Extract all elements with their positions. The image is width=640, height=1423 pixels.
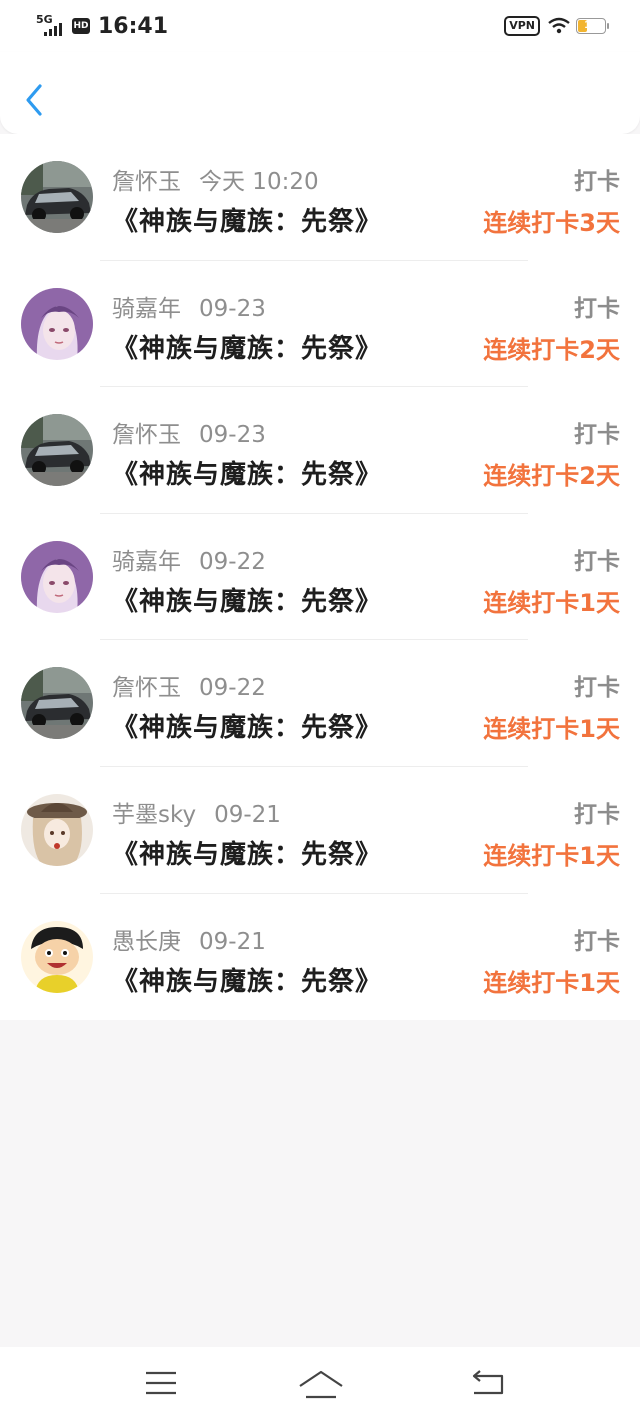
checkin-label: 打卡: [574, 295, 620, 322]
checkin-label: 打卡: [574, 928, 620, 955]
avatar[interactable]: [21, 414, 93, 487]
list-item[interactable]: 骑嘉年 09-22 《神族与魔族：先祭》 打卡 连续打卡1天: [0, 514, 640, 641]
signal-icon: 5G: [36, 14, 66, 38]
nav-bar: [0, 52, 640, 134]
book-title: 《神族与魔族：先祭》: [112, 586, 383, 617]
vpn-badge: VPN: [504, 16, 540, 36]
user-name: 愚长庚 09-21: [112, 922, 266, 956]
hd-icon: HD: [72, 18, 90, 34]
user-name: 骑嘉年 09-23: [112, 289, 266, 323]
list-item[interactable]: 骑嘉年 09-23 《神族与魔族：先祭》 打卡 连续打卡2天: [0, 261, 640, 388]
user-name-text: 詹怀玉: [112, 422, 181, 449]
post-date: 09-21: [214, 801, 281, 828]
list-item[interactable]: 芋墨sky 09-21 《神族与魔族：先祭》 打卡 连续打卡1天: [0, 767, 640, 894]
checkin-label: 打卡: [574, 801, 620, 828]
post-date: 今天 10:20: [199, 169, 319, 195]
book-title: 《神族与魔族：先祭》: [112, 966, 383, 997]
menu-icon[interactable]: [144, 1369, 178, 1397]
checkin-label: 打卡: [574, 548, 620, 575]
avatar[interactable]: [21, 161, 93, 233]
chevron-left-icon[interactable]: [20, 82, 50, 118]
post-date: 09-21: [199, 928, 266, 955]
battery-icon: 15: [576, 18, 609, 34]
streak-label: 连续打卡1天: [483, 588, 620, 617]
book-title: 《神族与魔族：先祭》: [112, 333, 383, 364]
user-name-text: 詹怀玉: [112, 675, 181, 702]
list-item[interactable]: 詹怀玉 09-23 《神族与魔族：先祭》 打卡 连续打卡2天: [0, 387, 640, 514]
user-name-text: 芋墨sky: [112, 801, 197, 828]
list-item[interactable]: 愚长庚 09-21 《神族与魔族：先祭》 打卡 连续打卡1天: [0, 894, 640, 1021]
post-date: 09-22: [199, 548, 266, 575]
return-icon[interactable]: [470, 1369, 506, 1397]
checkin-list: 詹怀玉 今天 10:20 《神族与魔族：先祭》 打卡 连续打卡3天 骑嘉年 09-2…: [0, 134, 640, 1021]
battery-level: 15: [584, 20, 598, 31]
user-name: 詹怀玉 09-22: [112, 668, 266, 702]
post-date: 09-23: [199, 295, 266, 322]
avatar[interactable]: [21, 793, 93, 866]
list-item[interactable]: 詹怀玉 今天 10:20 《神族与魔族：先祭》 打卡 连续打卡3天: [0, 134, 640, 261]
post-date: 09-23: [199, 422, 266, 449]
clock: 16:41: [98, 13, 169, 39]
home-icon[interactable]: [298, 1369, 344, 1401]
user-name: 芋墨sky 09-21: [112, 795, 281, 829]
system-navigation-bar: [0, 1347, 640, 1423]
book-title: 《神族与魔族：先祭》: [112, 207, 383, 237]
streak-label: 连续打卡2天: [483, 462, 620, 491]
status-bar: 5G HD 16:41 VPN 15: [0, 0, 640, 52]
streak-label: 连续打卡1天: [483, 841, 620, 870]
avatar[interactable]: [21, 540, 93, 613]
book-title: 《神族与魔族：先祭》: [112, 460, 383, 491]
streak-label: 连续打卡1天: [483, 715, 620, 744]
avatar[interactable]: [21, 667, 93, 740]
user-name-text: 詹怀玉: [112, 169, 181, 195]
user-name: 詹怀玉 09-23: [112, 415, 266, 449]
list-item[interactable]: 詹怀玉 09-22 《神族与魔族：先祭》 打卡 连续打卡1天: [0, 640, 640, 767]
book-title: 《神族与魔族：先祭》: [112, 839, 383, 870]
checkin-label: 打卡: [574, 422, 620, 449]
user-name-text: 骑嘉年: [112, 295, 181, 322]
avatar[interactable]: [21, 920, 93, 993]
streak-label: 连续打卡1天: [483, 968, 620, 997]
post-date: 09-22: [199, 675, 266, 702]
streak-label: 连续打卡2天: [483, 335, 620, 364]
user-name: 骑嘉年 09-22: [112, 542, 266, 576]
user-name-text: 愚长庚: [112, 928, 181, 955]
wifi-icon: [548, 17, 570, 34]
book-title: 《神族与魔族：先祭》: [112, 713, 383, 744]
checkin-label: 打卡: [574, 675, 620, 702]
user-name: 詹怀玉 今天 10:20: [112, 162, 319, 196]
streak-label: 连续打卡3天: [483, 209, 620, 237]
avatar[interactable]: [21, 287, 93, 360]
user-name-text: 骑嘉年: [112, 548, 181, 575]
checkin-label: 打卡: [574, 169, 620, 195]
